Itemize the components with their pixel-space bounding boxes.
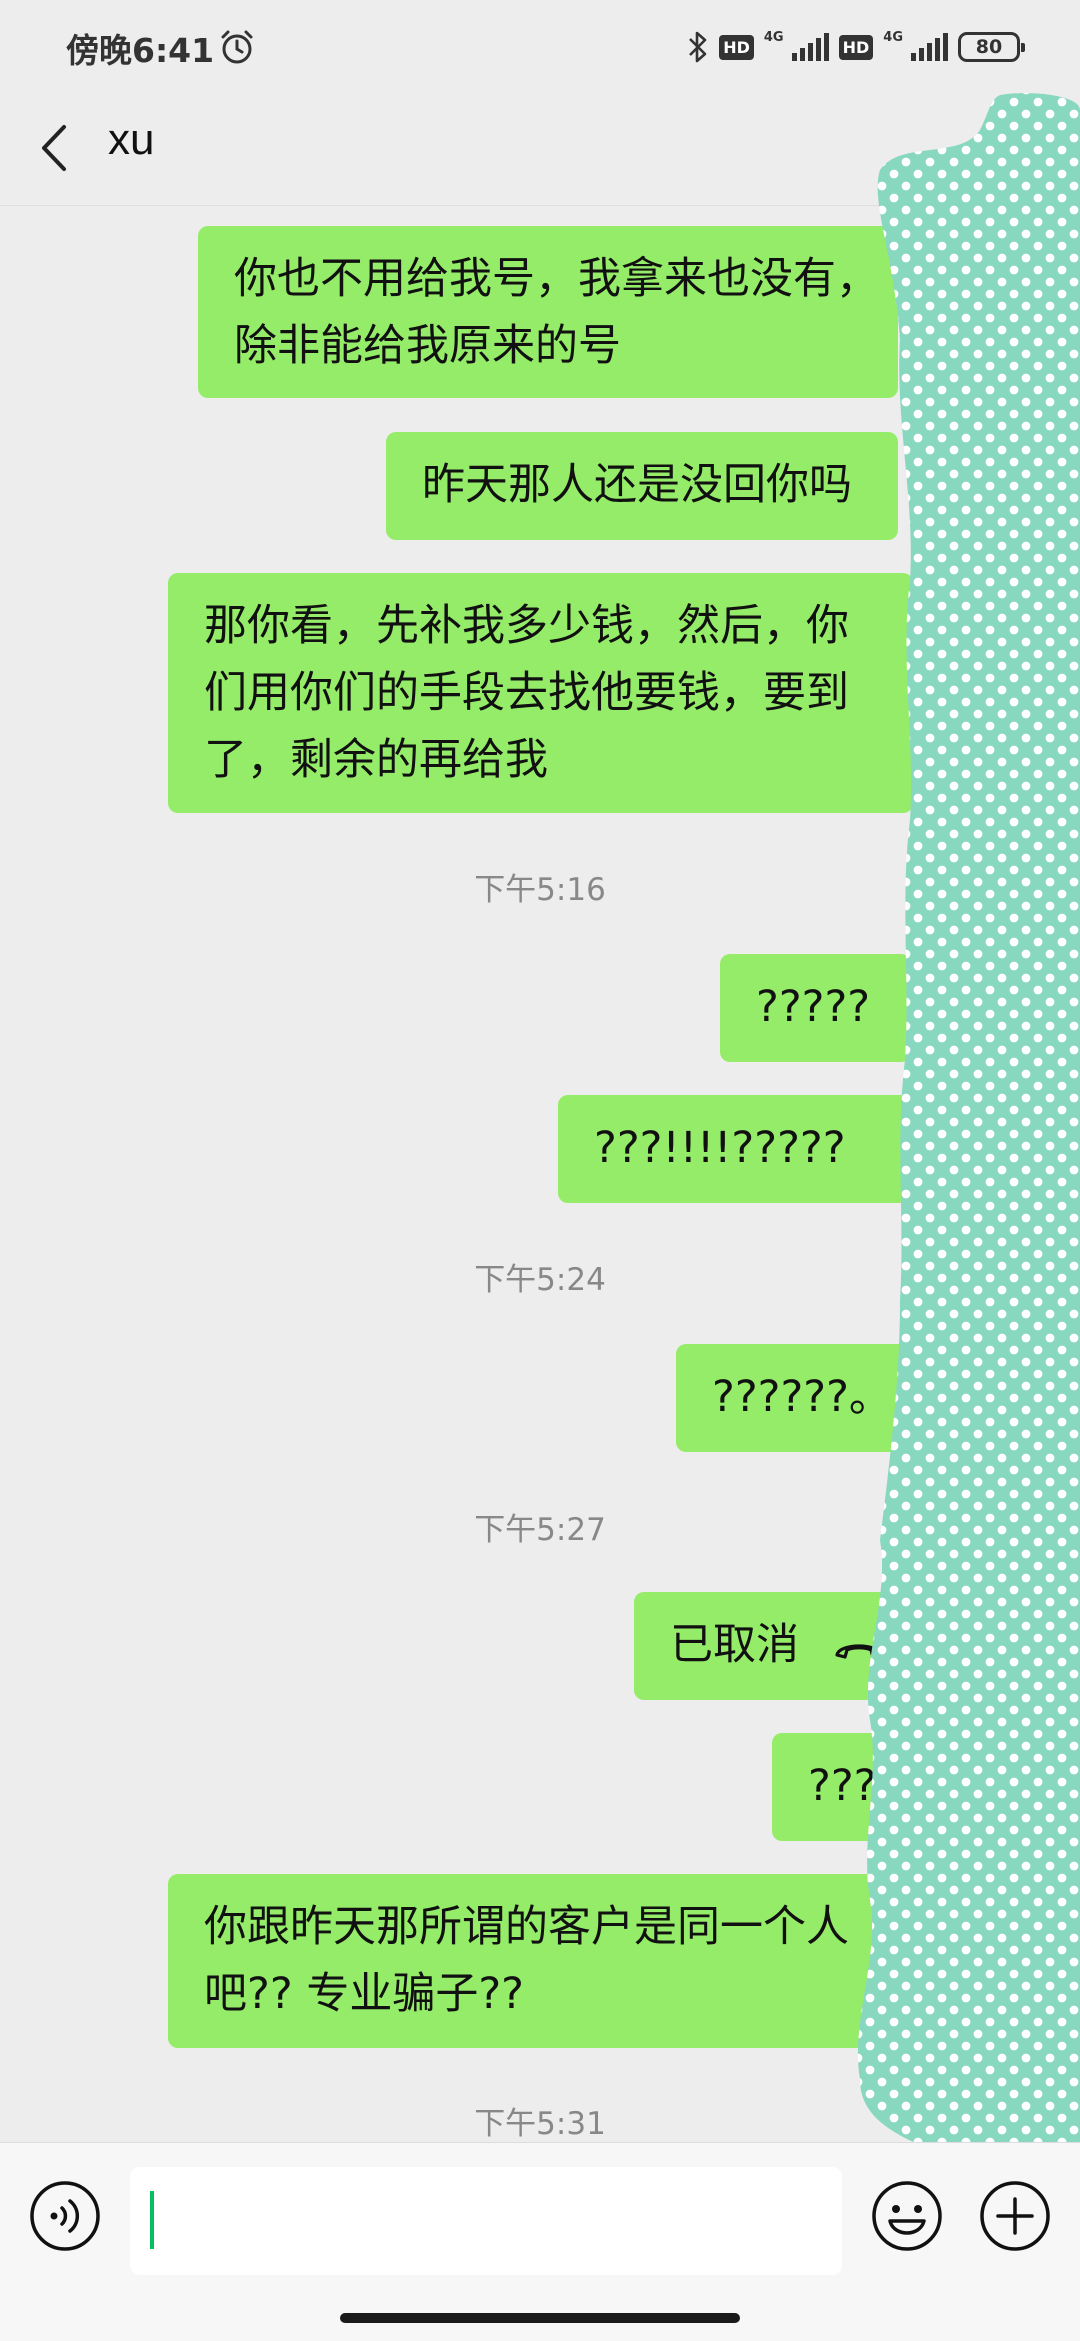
message-text: ??????。: [712, 1372, 892, 1422]
home-indicator[interactable]: [340, 2313, 740, 2323]
message-text: 昨天那人还是没回你吗: [422, 460, 852, 510]
battery-icon: 80: [958, 32, 1025, 62]
status-time: 傍晚6:41: [66, 31, 215, 70]
chat-title: xu: [108, 115, 155, 164]
alarm-icon: [221, 30, 253, 64]
message-text: ?????: [756, 982, 871, 1032]
network-type-label: 4G: [763, 29, 784, 45]
message-text: ???!!!!?????: [594, 1123, 846, 1173]
message-text: ???: [808, 1761, 877, 1811]
message-bubble[interactable]: 昨天那人还是没回你吗: [386, 432, 898, 540]
text-cursor: [150, 2191, 154, 2249]
timestamp: 下午5:16: [474, 872, 606, 908]
network-type-label-2: 4G: [883, 29, 903, 45]
message-text: 那你看，先补我多少钱，然后，你: [204, 601, 849, 651]
voice-icon[interactable]: [28, 2179, 102, 2253]
hang-up-phone-icon: [835, 1644, 883, 1659]
message-bubble[interactable]: ???!!!!?????: [558, 1095, 925, 1203]
emoji-icon[interactable]: [870, 2179, 944, 2253]
message-input[interactable]: [130, 2167, 842, 2275]
bluetooth-icon: [689, 31, 707, 63]
status-bar: 傍晚6:41 HD 4G HD 4G 80: [0, 0, 1080, 95]
signal-icon-2: [911, 33, 948, 61]
message-bubble[interactable]: 你跟昨天那所谓的客户是同一个人 吧?? 专业骗子??: [168, 1874, 911, 2048]
status-indicators: HD 4G HD 4G 80: [687, 26, 1025, 68]
message-bubble[interactable]: 已取消: [634, 1592, 911, 1700]
timestamp: 下午5:24: [474, 1262, 606, 1298]
message-text: 吧?? 专业骗子??: [204, 1969, 524, 2019]
message-text: 你也不用给我号，我拿来也没有，: [234, 254, 879, 304]
message-text: 了，剩余的再给我: [204, 735, 548, 785]
message-bubble[interactable]: ??????。: [676, 1344, 911, 1452]
more-icon[interactable]: [980, 135, 990, 145]
message-text: 已取消: [670, 1620, 799, 1670]
message-bubble[interactable]: 你也不用给我号，我拿来也没有， 除非能给我原来的号: [198, 226, 898, 398]
battery-level: 80: [975, 36, 1003, 58]
message-bubble[interactable]: ?????: [720, 954, 925, 1062]
message-bubble[interactable]: ???: [772, 1733, 911, 1841]
chevron-left-icon[interactable]: [34, 117, 74, 179]
message-text: 们用你们的手段去找他要钱，要到: [204, 668, 849, 718]
plus-icon[interactable]: [978, 2179, 1052, 2253]
message-text: 除非能给我原来的号: [234, 321, 621, 371]
timestamp: 下午5:27: [474, 1512, 606, 1548]
signal-icon: [791, 33, 829, 61]
hd-badge-2: HD: [838, 34, 874, 60]
message-bubble[interactable]: 那你看，先补我多少钱，然后，你 们用你们的手段去找他要钱，要到 了，剩余的再给我: [168, 573, 913, 813]
chat-header: xu: [0, 95, 1080, 206]
hd-badge: HD: [719, 34, 754, 60]
message-text: 你跟昨天那所谓的客户是同一个人: [204, 1902, 849, 1952]
timestamp: 下午5:31: [474, 2106, 606, 2142]
input-bar: [0, 2142, 1080, 2341]
